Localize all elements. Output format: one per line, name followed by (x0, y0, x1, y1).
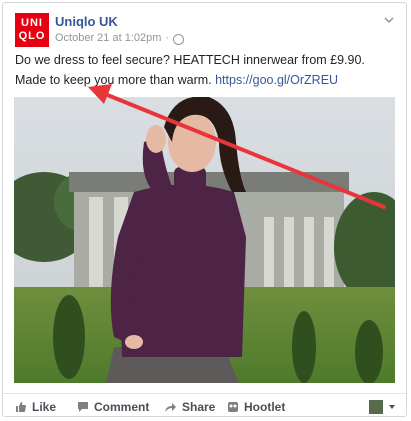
like-button[interactable]: Like (15, 400, 56, 414)
post-text-line-2-prefix: Made to keep you more than warm. (15, 73, 216, 87)
post-meta: October 21 at 1:02pm · (55, 32, 185, 45)
logo-line-1: UNI (21, 17, 43, 29)
share-button[interactable]: Share (164, 400, 215, 414)
share-label: Share (182, 400, 216, 414)
profile-thumbnail-icon (369, 400, 383, 414)
like-label: Like (32, 400, 57, 414)
post-photo[interactable] (14, 97, 395, 383)
hootlet-owl-icon (228, 402, 238, 412)
page-avatar-logo[interactable]: UNI QLO (15, 13, 49, 47)
post-card: UNI QLO Uniqlo UK October 21 at 1:02pm ·… (2, 2, 407, 417)
post-actions-bar: Like Comment Share Hootlet (3, 393, 406, 418)
post-as-selector[interactable] (369, 400, 396, 414)
share-arrow-icon (165, 403, 176, 412)
globe-icon (173, 33, 185, 45)
hootlet-label: Hootlet (244, 400, 286, 414)
comment-button[interactable]: Comment (77, 400, 149, 414)
comment-label: Comment (94, 400, 150, 414)
post-text-line-1: Do we dress to feel secure? HEATTECH inn… (15, 53, 365, 67)
post-timestamp[interactable]: October 21 at 1:02pm (55, 32, 161, 44)
comment-icon (78, 402, 88, 412)
caret-down-icon (389, 405, 395, 409)
hootlet-button[interactable]: Hootlet (227, 400, 285, 414)
post-text-line-2: Made to keep you more than warm. https:/… (15, 73, 338, 87)
separator-dot: · (165, 32, 170, 44)
page-name-link[interactable]: Uniqlo UK (55, 14, 118, 29)
post-photo-illustration (14, 97, 395, 383)
logo-line-2: QLO (18, 30, 46, 42)
chevron-down-icon[interactable] (382, 13, 396, 27)
post-link[interactable]: https://goo.gl/OrZREU (215, 73, 338, 87)
thumbs-up-icon (16, 402, 26, 412)
